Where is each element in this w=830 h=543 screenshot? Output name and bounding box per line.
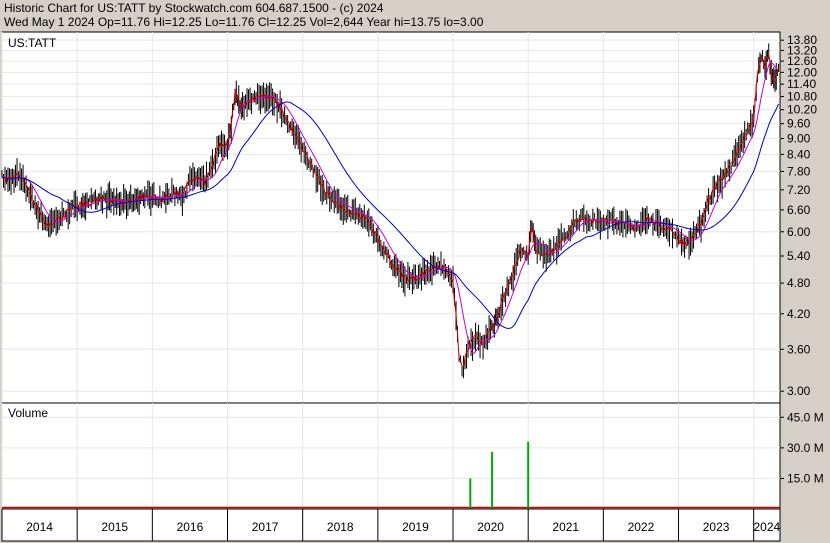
volume-tick-label: 45.0 M [787, 410, 824, 424]
x-tick-label: 2019 [402, 520, 429, 534]
volume-bar [469, 478, 472, 509]
price-tick-label: 13.80 [787, 33, 817, 47]
price-tick-label: 8.40 [787, 147, 811, 161]
stock-chart: US:TATT 3.00 3.60 4.20 4.80 5.40 6.00 6.60 7.20… [1, 31, 824, 542]
x-tick-label: 2020 [477, 520, 504, 534]
volume-panel [1, 402, 781, 510]
price-panel-label: US:TATT [8, 36, 57, 50]
x-tick-label: 2015 [101, 520, 128, 534]
volume-panel-label: Volume [8, 406, 48, 420]
price-tick-label: 3.60 [787, 342, 811, 356]
price-tick-label: 7.20 [787, 183, 811, 197]
price-axis: 3.00 3.60 4.20 4.80 5.40 6.00 6.60 7.20 7.80 8.40… [780, 33, 817, 398]
x-tick-label: 2023 [703, 520, 730, 534]
x-tick-label: 2024 [753, 520, 780, 534]
x-tick-label: 2022 [628, 520, 655, 534]
price-tick-label: 6.60 [787, 203, 811, 217]
x-tick-label: 2017 [252, 520, 279, 534]
price-tick-label: 9.60 [787, 117, 811, 131]
price-tick-label: 5.40 [787, 249, 811, 263]
price-tick-label: 10.20 [787, 103, 817, 117]
x-tick-label: 2016 [177, 520, 204, 534]
x-tick-label: 2021 [552, 520, 579, 534]
price-panel [1, 31, 781, 404]
price-tick-label: 7.80 [787, 164, 811, 178]
price-tick-label: 4.80 [787, 276, 811, 290]
x-tick-label: 2014 [26, 520, 53, 534]
x-tick-label: 2018 [327, 520, 354, 534]
volume-bar [527, 441, 530, 509]
volume-tick-label: 30.0 M [787, 441, 824, 455]
price-tick-label: 4.20 [787, 307, 811, 321]
volume-tick-label: 15.0 M [787, 471, 824, 485]
price-tick-label: 9.00 [787, 132, 811, 146]
price-tick-label: 3.00 [787, 384, 811, 398]
price-tick-label: 6.00 [787, 225, 811, 239]
price-tick-label: 10.80 [787, 90, 817, 104]
volume-axis: 15.0 M 30.0 M 45.0 M [780, 410, 824, 485]
volume-bar [491, 451, 494, 509]
